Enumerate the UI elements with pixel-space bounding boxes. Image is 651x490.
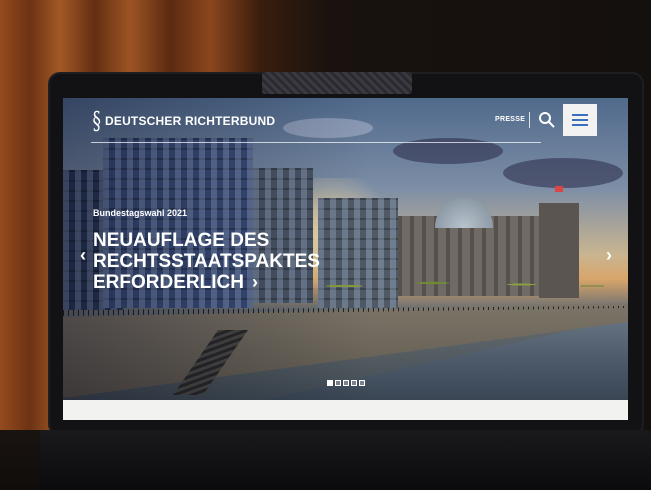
slide-eyebrow: Bundestagswahl 2021 <box>93 208 188 218</box>
menu-button[interactable] <box>563 104 597 136</box>
laptop-base <box>40 430 651 490</box>
page-content-area <box>63 400 628 420</box>
slider-dot[interactable] <box>327 380 333 386</box>
slider-pagination <box>327 380 365 386</box>
headline-line: RECHTSSTAATSPAKTES <box>93 251 320 272</box>
slider-next-button[interactable]: › <box>601 245 617 266</box>
slider-dot[interactable] <box>343 380 349 386</box>
slide-headline[interactable]: NEUAUFLAGE DES RECHTSSTAATSPAKTES ERFORD… <box>93 230 353 293</box>
laptop-screen: § DEUTSCHER RICHTERBUND PRESSE Bundestag… <box>63 98 628 420</box>
slider-dot[interactable] <box>335 380 341 386</box>
headline-line: ERFORDERLICH <box>93 272 244 293</box>
header-divider <box>91 142 541 143</box>
logo-text: DEUTSCHER RICHTERBUND <box>105 114 276 128</box>
search-button[interactable] <box>537 110 557 130</box>
site-logo[interactable]: § DEUTSCHER RICHTERBUND <box>91 107 276 135</box>
section-logo-icon: § <box>92 107 101 135</box>
webcam-cover <box>262 72 412 94</box>
slider-dot[interactable] <box>359 380 365 386</box>
headline-line: NEUAUFLAGE DES <box>93 230 270 251</box>
search-icon <box>539 112 555 128</box>
hamburger-menu-icon <box>572 119 588 121</box>
hero-slider: § DEUTSCHER RICHTERBUND PRESSE Bundestag… <box>63 98 628 400</box>
hamburger-menu-icon <box>572 124 588 126</box>
header-separator <box>529 112 530 128</box>
press-link[interactable]: PRESSE <box>495 116 525 123</box>
slider-prev-button[interactable]: ‹ <box>75 245 91 266</box>
chevron-left-icon: ‹ <box>80 245 86 265</box>
chevron-right-icon: › <box>251 272 258 292</box>
hamburger-menu-icon <box>572 114 588 116</box>
chevron-right-icon: › <box>606 245 612 265</box>
slider-dot[interactable] <box>351 380 357 386</box>
